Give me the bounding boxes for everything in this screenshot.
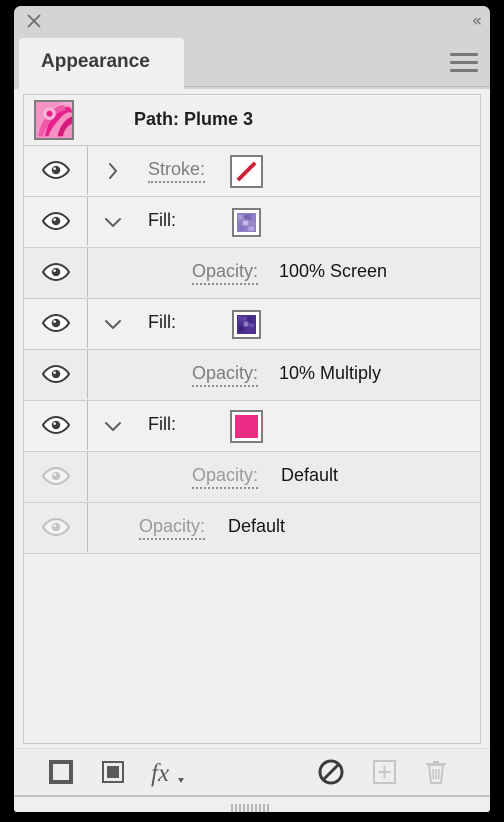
outlined-square-icon: [49, 760, 73, 784]
fill-label[interactable]: Fill:: [148, 312, 176, 333]
row-divider: [87, 452, 88, 501]
tab-appearance[interactable]: Appearance: [19, 38, 184, 89]
eye-hidden-icon: [42, 466, 70, 486]
artwork-thumbnail: [34, 100, 74, 140]
opacity-label[interactable]: Opacity:: [192, 465, 259, 489]
object-name-label: Path: Plume 3: [134, 109, 254, 129]
tab-appearance-label: Appearance: [41, 51, 150, 72]
eye-visible-icon: [42, 160, 70, 180]
row-divider: [87, 401, 88, 450]
appearance-row-opacity-4[interactable]: Opacity: Default: [24, 503, 480, 554]
visibility-toggle[interactable]: [24, 452, 87, 501]
chevron-down-icon[interactable]: [100, 311, 126, 337]
fx-dropdown-icon: fx: [151, 760, 184, 787]
no-color-swatch[interactable]: [230, 155, 263, 188]
menu-line: [450, 53, 478, 56]
pattern-swatch-indigo[interactable]: [232, 310, 261, 339]
appearance-row-fill-3[interactable]: Fill:: [24, 401, 480, 452]
close-icon[interactable]: [22, 9, 46, 33]
appearance-toolbar: fx: [14, 748, 490, 795]
chevron-right-icon[interactable]: [100, 158, 126, 184]
visibility-toggle[interactable]: [24, 248, 87, 297]
delete-item-button: [419, 756, 453, 788]
duplicate-item-button: [367, 756, 401, 788]
add-new-fill-button[interactable]: [96, 756, 130, 788]
opacity-value[interactable]: Default: [228, 516, 285, 537]
opacity-value[interactable]: 100% Screen: [279, 261, 387, 282]
opacity-label[interactable]: Opacity:: [139, 516, 206, 540]
object-header-row[interactable]: Path: Plume 3: [24, 95, 480, 146]
opacity-label[interactable]: Opacity:: [192, 363, 259, 387]
svg-text:fx: fx: [151, 760, 169, 787]
eye-visible-icon: [42, 211, 70, 231]
row-divider: [87, 146, 88, 195]
chevron-down-icon[interactable]: [100, 209, 126, 235]
eye-visible-icon: [42, 364, 70, 384]
eye-visible-icon: [42, 313, 70, 333]
resize-grip-icon[interactable]: [231, 801, 273, 812]
menu-line: [450, 61, 478, 64]
clear-appearance-button[interactable]: [314, 756, 348, 788]
row-divider: [87, 248, 88, 297]
visibility-toggle[interactable]: [24, 350, 87, 399]
fill-label[interactable]: Fill:: [148, 210, 176, 231]
panel-titlebar: «: [14, 6, 490, 38]
panel-tabstrip: Appearance: [14, 38, 490, 89]
collapse-panel-icon[interactable]: «: [472, 11, 483, 31]
opacity-value[interactable]: 10% Multiply: [279, 363, 381, 384]
eye-hidden-icon: [42, 517, 70, 537]
opacity-label[interactable]: Opacity:: [192, 261, 259, 285]
eye-visible-icon: [42, 415, 70, 435]
add-new-effect-button[interactable]: fx: [147, 756, 191, 788]
add-new-stroke-button[interactable]: [44, 756, 78, 788]
eye-visible-icon: [42, 262, 70, 282]
menu-line: [450, 69, 478, 72]
filled-square-icon: [102, 761, 124, 783]
visibility-toggle[interactable]: [24, 401, 87, 450]
stroke-label[interactable]: Stroke:: [148, 159, 206, 183]
chevron-down-icon[interactable]: [100, 413, 126, 439]
prohibition-icon: [318, 759, 344, 785]
appearance-row-opacity-3[interactable]: Opacity: Default: [24, 452, 480, 503]
row-divider: [87, 350, 88, 399]
row-divider: [87, 197, 88, 246]
appearance-panel-body: Path: Plume 3 Stroke: Fill: Opacity: 100…: [14, 89, 490, 748]
appearance-row-opacity-1[interactable]: Opacity: 100% Screen: [24, 248, 480, 299]
row-divider: [87, 299, 88, 348]
appearance-row-opacity-2[interactable]: Opacity: 10% Multiply: [24, 350, 480, 401]
tabstrip-empty-area: [184, 38, 490, 87]
appearance-row-fill-2[interactable]: Fill:: [24, 299, 480, 350]
trash-icon: [426, 761, 446, 784]
appearance-row-stroke[interactable]: Stroke:: [24, 146, 480, 197]
visibility-toggle[interactable]: [24, 197, 87, 246]
visibility-toggle[interactable]: [24, 146, 87, 195]
pattern-swatch-lavender[interactable]: [232, 208, 261, 237]
visibility-toggle[interactable]: [24, 299, 87, 348]
panel-menu-icon[interactable]: [450, 53, 478, 75]
panel-resize-bar[interactable]: [14, 795, 490, 812]
appearance-panel: « Appearance Path: Plume 3 Stroke: Fill:…: [14, 6, 490, 812]
fill-label[interactable]: Fill:: [148, 414, 176, 435]
appearance-row-fill-1[interactable]: Fill:: [24, 197, 480, 248]
plus-square-icon: [373, 760, 396, 784]
visibility-toggle[interactable]: [24, 503, 87, 552]
appearance-list[interactable]: Path: Plume 3 Stroke: Fill: Opacity: 100…: [23, 94, 481, 744]
solid-swatch-magenta[interactable]: [230, 410, 263, 443]
opacity-value[interactable]: Default: [281, 465, 338, 486]
row-divider: [87, 503, 88, 552]
